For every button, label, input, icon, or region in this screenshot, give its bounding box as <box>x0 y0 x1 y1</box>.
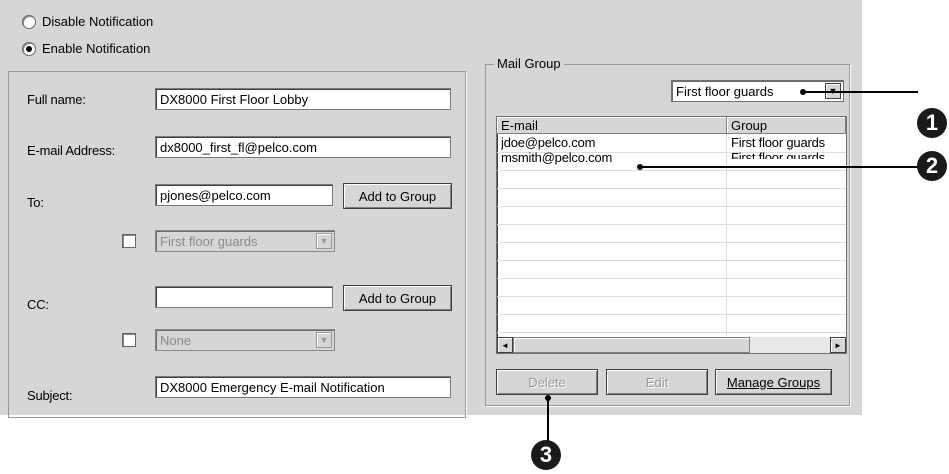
table-cell-email[interactable]: jdoe@pelco.com <box>501 135 723 150</box>
table-header: E-mail Group <box>497 117 846 134</box>
chevron-down-icon: ▼ <box>316 332 332 348</box>
email-address-input[interactable]: dx8000_first_fl@pelco.com <box>155 136 451 158</box>
callout-leader-line <box>640 166 919 168</box>
chevron-down-icon: ▼ <box>316 233 332 249</box>
horizontal-scrollbar[interactable]: ◄ ► <box>497 337 846 353</box>
cc-group-select[interactable]: None ▼ <box>155 329 335 351</box>
column-header-group[interactable]: Group <box>727 117 846 134</box>
full-name-label: Full name: <box>27 92 86 107</box>
mail-group-title: Mail Group <box>494 56 564 71</box>
row-divider <box>497 278 846 279</box>
to-group-select-value: First floor guards <box>160 234 258 249</box>
to-group-checkbox[interactable] <box>122 234 136 248</box>
manage-groups-label: Manage Groups <box>726 374 821 390</box>
table-cell-group[interactable]: First floor guards <box>731 150 843 159</box>
table-cell-group[interactable]: First floor guards <box>731 135 843 150</box>
full-name-input[interactable]: DX8000 First Floor Lobby <box>155 88 451 110</box>
radio-unchecked-icon <box>22 14 36 29</box>
enable-notification-label: Enable Notification <box>42 41 151 56</box>
to-input[interactable]: pjones@pelco.com <box>155 184 333 206</box>
delete-button[interactable]: Delete <box>496 369 598 395</box>
row-divider <box>497 314 846 315</box>
edit-button[interactable]: Edit <box>606 369 708 395</box>
row-divider <box>497 260 846 261</box>
row-divider <box>497 332 846 333</box>
row-divider <box>497 296 846 297</box>
scroll-right-icon[interactable]: ► <box>830 337 846 353</box>
scrollbar-thumb[interactable] <box>513 337 750 353</box>
callout-1-marker: 1 <box>917 108 947 138</box>
enable-notification-radio[interactable]: Enable Notification <box>22 41 150 56</box>
row-divider <box>497 242 846 243</box>
row-divider <box>497 224 846 225</box>
disable-notification-radio[interactable]: Disable Notification <box>22 14 153 29</box>
mail-group-select-value: First floor guards <box>676 84 774 99</box>
notification-settings-panel: Disable Notification Enable Notification… <box>0 0 862 418</box>
cc-input[interactable] <box>155 286 333 308</box>
cc-label: CC: <box>27 297 49 312</box>
row-divider <box>497 170 846 171</box>
mail-group-table[interactable]: E-mail Group jdoe@pelco.com First floor … <box>496 116 847 354</box>
callout-leader-line <box>547 398 549 442</box>
callout-2-marker: 2 <box>917 151 947 181</box>
manage-groups-button[interactable]: Manage Groups <box>715 369 832 395</box>
to-group-select[interactable]: First floor guards ▼ <box>155 230 335 252</box>
callout-3-marker: 3 <box>531 440 561 470</box>
radio-checked-icon <box>22 41 36 56</box>
cc-add-to-group-button[interactable]: Add to Group <box>343 285 452 311</box>
cc-group-checkbox[interactable] <box>122 333 136 347</box>
subject-label: Subject: <box>27 388 73 403</box>
table-cell-email[interactable]: msmith@pelco.com <box>501 150 723 166</box>
row-divider <box>497 188 846 189</box>
callout-leader-line <box>803 91 918 93</box>
to-label: To: <box>27 195 44 210</box>
subject-input[interactable]: DX8000 Emergency E-mail Notification <box>155 376 451 398</box>
email-address-label: E-mail Address: <box>27 143 116 158</box>
column-header-email[interactable]: E-mail <box>497 117 727 134</box>
to-add-to-group-button[interactable]: Add to Group <box>343 183 452 209</box>
scroll-left-icon[interactable]: ◄ <box>497 337 513 353</box>
disable-notification-label: Disable Notification <box>42 14 154 29</box>
row-divider <box>497 206 846 207</box>
cc-group-select-value: None <box>160 333 192 348</box>
column-divider <box>726 134 727 336</box>
